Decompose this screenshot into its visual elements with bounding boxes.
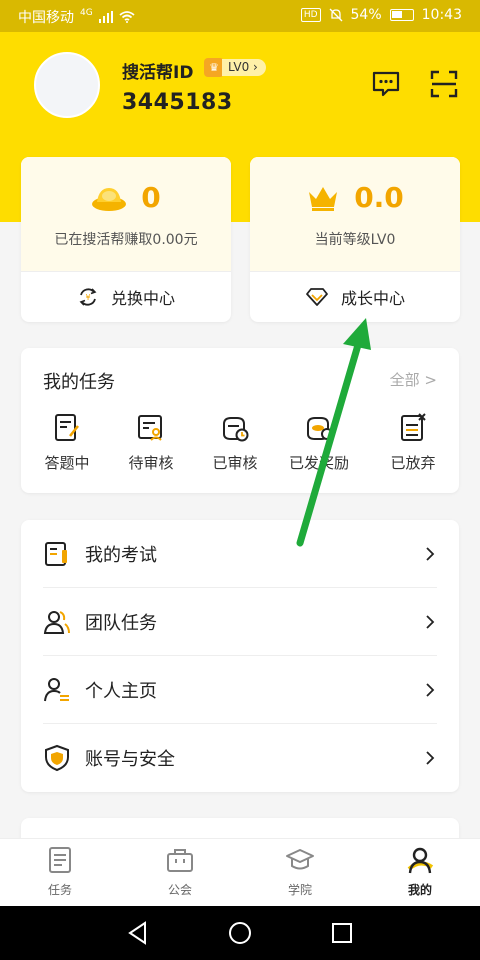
earnings-caption: 已在搜活帮赚取0.00元: [54, 232, 198, 248]
user-id: 3445183: [122, 90, 233, 115]
task-label: 已审核: [212, 454, 258, 472]
tab-label: 我的: [407, 883, 432, 897]
network-label: 4G: [80, 8, 93, 18]
recents-icon[interactable]: [329, 920, 355, 946]
exchange-center-link[interactable]: ¥ 兑换中心: [21, 271, 231, 322]
my-tasks-card: 我的任务 全部 > 答题中 待审核 已审核 已发奖励 已放弃: [21, 348, 459, 493]
task-label: 答题中: [44, 454, 90, 472]
exchange-center-label: 兑换中心: [110, 288, 175, 308]
menu-item-personal-page[interactable]: 个人主页: [43, 656, 437, 724]
home-icon[interactable]: [227, 920, 253, 946]
chevron-right-icon: [426, 751, 435, 765]
tab-label: 学院: [287, 883, 312, 897]
profile-icon: [44, 678, 69, 702]
shield-icon: [45, 744, 69, 772]
task-answering[interactable]: 答题中: [27, 412, 107, 473]
my-tasks-title: 我的任务: [43, 372, 115, 393]
team-icon: [43, 611, 70, 634]
wifi-icon: [119, 11, 135, 23]
earnings-card: 0 已在搜活帮赚取0.00元 ¥ 兑换中心: [21, 157, 231, 322]
task-rewarded[interactable]: 已发奖励: [279, 412, 359, 473]
system-nav-bar: [0, 906, 480, 960]
menu-label: 团队任务: [85, 613, 157, 634]
diamond-icon: [306, 287, 328, 306]
tab-academy[interactable]: 学院: [240, 839, 360, 907]
message-icon[interactable]: [370, 68, 402, 100]
task-pending-review[interactable]: 待审核: [111, 412, 191, 473]
pending-review-icon: [138, 415, 162, 441]
menu-label: 个人主页: [85, 681, 157, 702]
task-reviewed[interactable]: 已审核: [195, 412, 275, 473]
scan-icon[interactable]: [428, 68, 460, 100]
battery-percent: 54%: [350, 7, 382, 23]
level-badge[interactable]: ♛ LV0 ›: [204, 58, 266, 77]
bottom-tab-bar: 任务 公会 学院 我的: [0, 838, 480, 906]
level-caption: 当前等级LV0: [314, 232, 396, 248]
academy-icon: [286, 849, 314, 870]
crown-icon: ♛: [204, 58, 224, 77]
task-label: 已放弃: [390, 454, 436, 472]
reviewed-icon: [223, 417, 249, 442]
answering-icon: [55, 414, 80, 441]
exam-icon: [45, 542, 67, 566]
task-abandoned[interactable]: 已放弃: [373, 412, 453, 473]
clock: 10:43: [421, 7, 462, 23]
task-label: 待审核: [128, 454, 174, 472]
tab-label: 任务: [47, 883, 72, 897]
task-icon: [49, 847, 71, 873]
battery-icon: [389, 9, 414, 21]
avatar[interactable]: [34, 52, 100, 118]
growth-center-link[interactable]: 成长中心: [250, 271, 460, 322]
tab-label: 公会: [167, 883, 192, 897]
tab-tasks[interactable]: 任务: [0, 839, 120, 907]
username: 搜活帮ID: [122, 63, 194, 83]
menu-list: 我的考试 团队任务 个人主页 账号与安全: [21, 520, 459, 792]
status-bar: 中国移动 4G HD 54% 10:43: [0, 0, 480, 32]
exchange-icon: ¥: [79, 287, 97, 306]
rewarded-icon: [307, 417, 333, 440]
growth-center-label: 成长中心: [340, 288, 405, 308]
tab-me[interactable]: 我的: [360, 839, 480, 907]
svg-text:¥: ¥: [85, 293, 90, 302]
me-icon: [407, 847, 434, 874]
carrier-label: 中国移动: [18, 10, 74, 26]
level-label: LV0: [228, 60, 250, 74]
earnings-value: 0: [141, 181, 161, 214]
guild-icon: [167, 849, 193, 872]
tab-guild[interactable]: 公会: [120, 839, 240, 907]
view-all-tasks-link[interactable]: 全部 >: [390, 369, 437, 390]
hd-badge: HD: [300, 8, 321, 22]
mute-icon: [329, 8, 342, 22]
menu-label: 账号与安全: [85, 749, 175, 770]
chevron-right-icon: [426, 683, 435, 697]
abandoned-icon: [401, 413, 426, 441]
menu-item-my-exam[interactable]: 我的考试: [43, 520, 437, 588]
back-icon[interactable]: [125, 920, 151, 946]
signal-icon: [98, 11, 113, 23]
gold-ingot-icon: [92, 187, 127, 211]
level-card: 0.0 当前等级LV0 成长中心: [250, 157, 460, 322]
menu-item-account-security[interactable]: 账号与安全: [43, 724, 437, 792]
level-value: 0.0: [354, 181, 404, 214]
menu-label: 我的考试: [85, 545, 157, 566]
task-label: 已发奖励: [288, 454, 349, 472]
chevron-right-icon: [426, 615, 435, 629]
crown-icon: [309, 186, 338, 211]
menu-item-team-tasks[interactable]: 团队任务: [43, 588, 437, 656]
chevron-right-icon: [426, 547, 435, 561]
